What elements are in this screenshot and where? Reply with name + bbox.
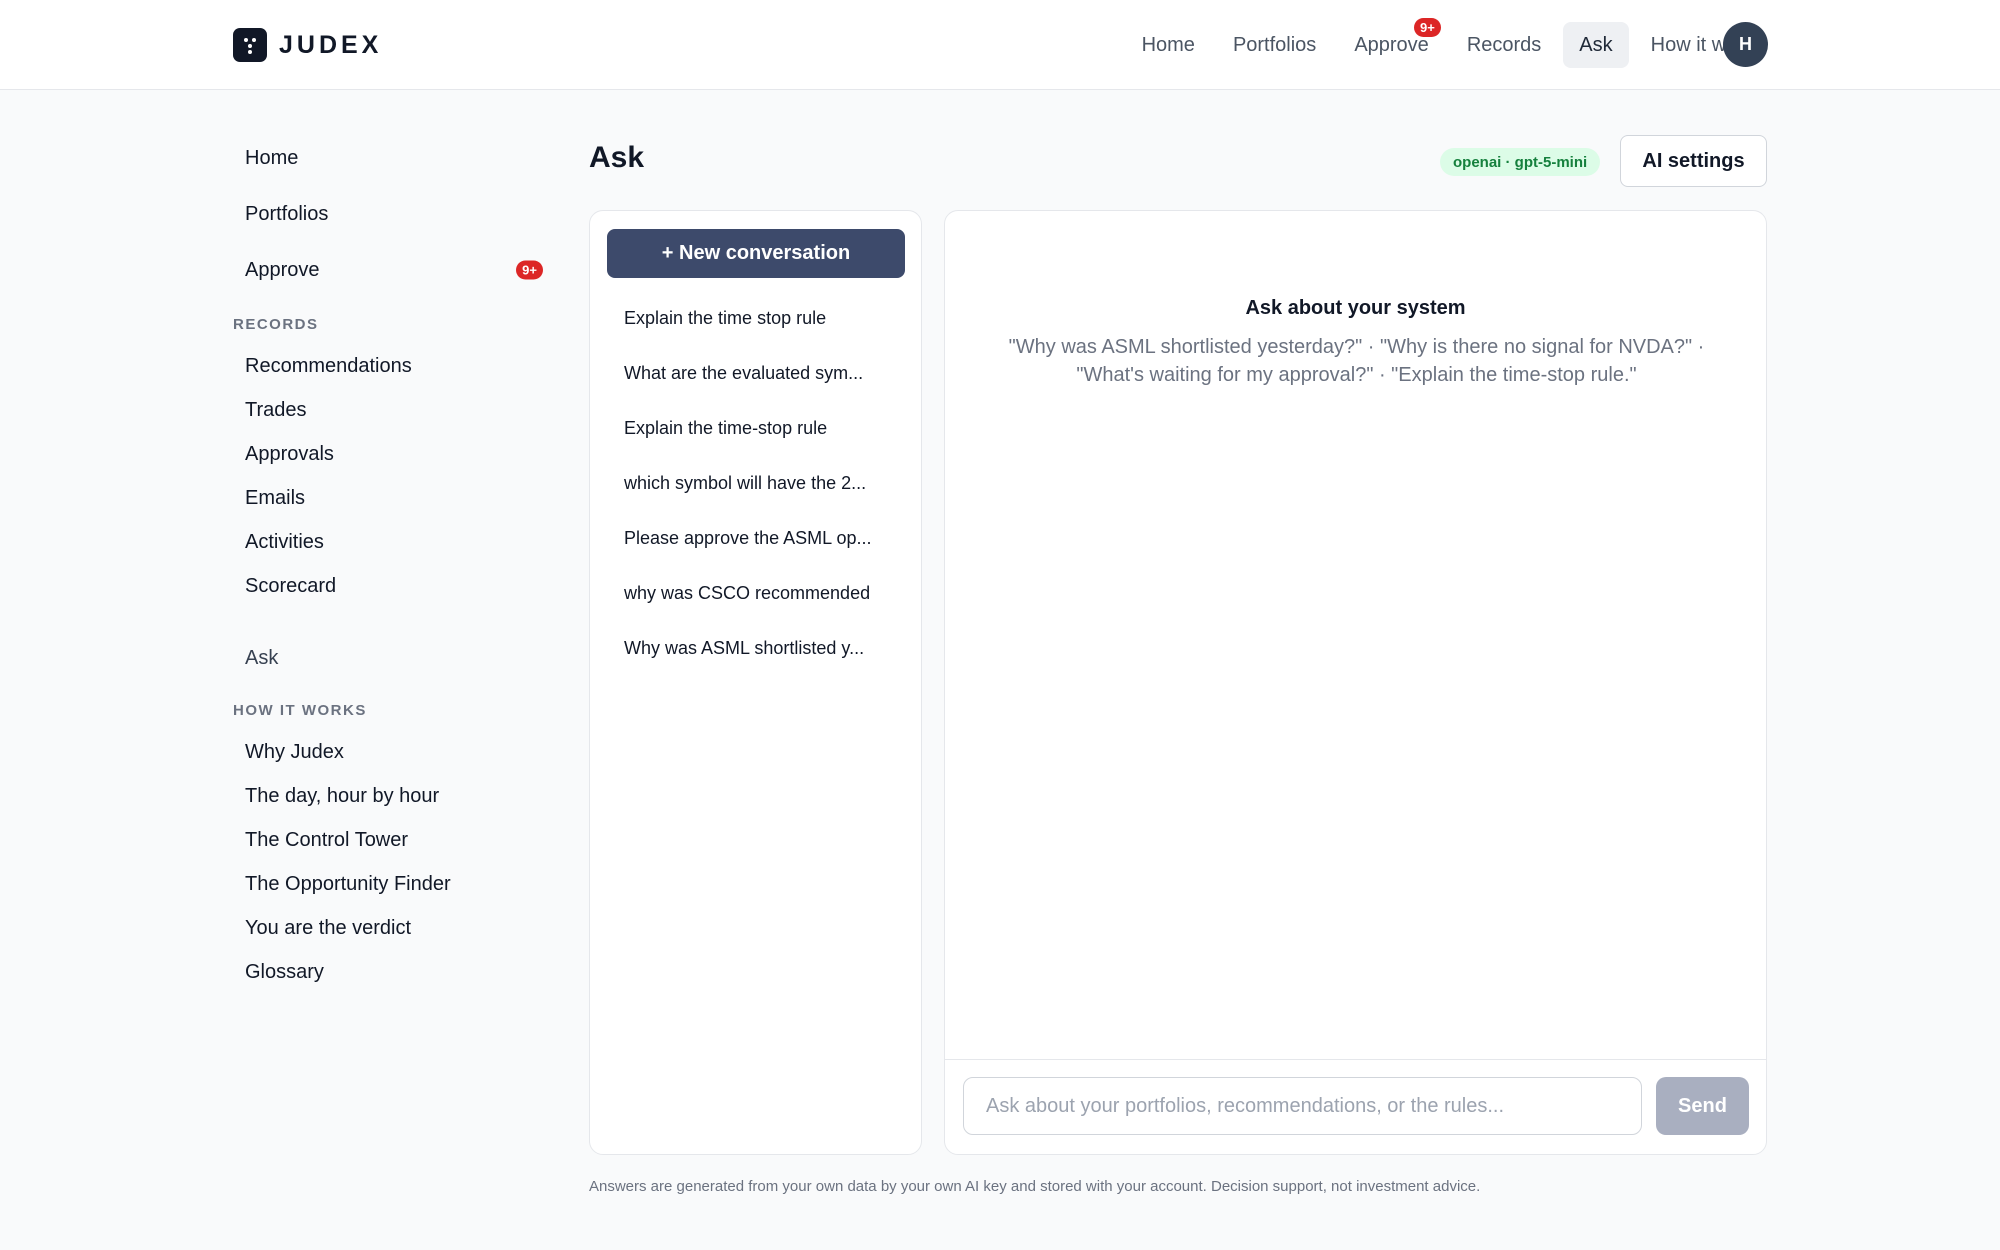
sidebar-item-day-hour-by-hour[interactable]: The day, hour by hour xyxy=(233,774,543,818)
sidebar-item-label: Scorecard xyxy=(245,574,337,597)
sidebar-item-label: You are the verdict xyxy=(245,916,412,939)
sidebar-item-opportunity-finder[interactable]: The Opportunity Finder xyxy=(233,862,543,906)
user-avatar[interactable]: H xyxy=(1723,22,1768,67)
ai-settings-button[interactable]: AI settings xyxy=(1620,135,1767,187)
brand-logo[interactable]: JUDEX xyxy=(233,28,382,62)
sidebar: Home Portfolios Approve 9+ RECORDS Recom… xyxy=(233,130,543,994)
sidebar-item-approve[interactable]: Approve 9+ xyxy=(233,242,543,298)
topnav-approve[interactable]: Approve 9+ xyxy=(1338,18,1445,68)
conversation-item[interactable]: Please approve the ASML op... xyxy=(607,511,907,566)
chat-panel: Ask about your system "Why was ASML shor… xyxy=(944,210,1767,1155)
sidebar-item-label: Approvals xyxy=(245,442,334,465)
sidebar-heading-how-it-works: HOW IT WORKS xyxy=(233,701,367,719)
sidebar-item-label: Portfolios xyxy=(245,202,329,225)
topnav-label: Records xyxy=(1466,33,1542,56)
sidebar-item-label: Emails xyxy=(245,486,306,509)
conversation-item[interactable]: Explain the time-stop rule xyxy=(607,401,907,456)
sidebar-item-control-tower[interactable]: The Control Tower xyxy=(233,818,543,862)
disclaimer-note: Answers are generated from your own data… xyxy=(589,1178,1481,1195)
sidebar-item-label: The day, hour by hour xyxy=(245,784,440,807)
topnav-ask[interactable]: Ask xyxy=(1563,22,1629,68)
brand-name: JUDEX xyxy=(279,30,383,59)
sidebar-item-label: Glossary xyxy=(245,960,324,983)
topnav-portfolios[interactable]: Portfolios xyxy=(1217,22,1332,68)
conversation-item[interactable]: Why was ASML shortlisted y... xyxy=(607,621,907,676)
sidebar-item-trades[interactable]: Trades xyxy=(233,388,543,432)
new-conversation-button[interactable]: + New conversation xyxy=(607,229,905,278)
sidebar-item-recommendations[interactable]: Recommendations xyxy=(233,344,543,388)
topnav-label: Home xyxy=(1141,33,1195,56)
send-button[interactable]: Send xyxy=(1656,1077,1749,1135)
sidebar-item-label: The Opportunity Finder xyxy=(245,872,451,895)
chat-input[interactable] xyxy=(963,1077,1642,1135)
notification-badge: 9+ xyxy=(516,260,543,280)
sidebar-item-activities[interactable]: Activities xyxy=(233,520,543,564)
message-composer: Send xyxy=(945,1059,1766,1154)
empty-state-examples: "Why was ASML shortlisted yesterday?" · … xyxy=(1008,336,1705,386)
conversation-item[interactable]: What are the evaluated sym... xyxy=(607,346,907,401)
top-navbar: JUDEX Home Portfolios Approve 9+ Records… xyxy=(0,0,2000,90)
sidebar-item-approvals[interactable]: Approvals xyxy=(233,432,543,476)
sidebar-item-label: Why Judex xyxy=(245,740,344,763)
topnav-records[interactable]: Records xyxy=(1451,22,1557,68)
dots-logo-icon xyxy=(233,28,267,62)
sidebar-item-label: Trades xyxy=(245,398,307,421)
conversation-item[interactable]: why was CSCO recommended xyxy=(607,566,907,621)
sidebar-item-label: The Control Tower xyxy=(245,828,409,851)
sidebar-item-portfolios[interactable]: Portfolios xyxy=(233,186,543,242)
sidebar-item-why-judex[interactable]: Why Judex xyxy=(233,730,543,774)
top-nav: Home Portfolios Approve 9+ Records Ask H… xyxy=(1126,18,1780,68)
empty-state-title: Ask about your system xyxy=(1245,297,1466,319)
page-title: Ask xyxy=(589,141,645,174)
conversation-item[interactable]: which symbol will have the 2... xyxy=(607,456,907,511)
conversation-item[interactable]: Explain the time stop rule xyxy=(607,291,907,346)
sidebar-item-ask[interactable]: Ask xyxy=(233,630,543,686)
sidebar-item-label: Home xyxy=(245,146,299,169)
sidebar-item-glossary[interactable]: Glossary xyxy=(233,950,543,994)
sidebar-item-label: Approve xyxy=(245,258,320,281)
sidebar-item-scorecard[interactable]: Scorecard xyxy=(233,564,543,608)
conversation-list-panel: + New conversation Explain the time stop… xyxy=(589,210,922,1155)
conversation-list: Explain the time stop rule What are the … xyxy=(607,291,907,676)
sidebar-item-emails[interactable]: Emails xyxy=(233,476,543,520)
topnav-home[interactable]: Home xyxy=(1126,22,1211,68)
sidebar-item-label: Ask xyxy=(245,646,279,669)
sidebar-heading-records: RECORDS xyxy=(233,315,319,333)
sidebar-item-home[interactable]: Home xyxy=(233,130,543,186)
notification-badge: 9+ xyxy=(1413,18,1441,37)
sidebar-item-label: Activities xyxy=(245,530,324,553)
model-badge: openai · gpt-5-mini xyxy=(1440,148,1601,176)
sidebar-item-label: Recommendations xyxy=(245,354,412,377)
topnav-label: Approve xyxy=(1354,33,1429,56)
sidebar-item-you-are-the-verdict[interactable]: You are the verdict xyxy=(233,906,543,950)
topnav-label: Portfolios xyxy=(1232,33,1317,56)
topnav-label: Ask xyxy=(1579,33,1613,56)
